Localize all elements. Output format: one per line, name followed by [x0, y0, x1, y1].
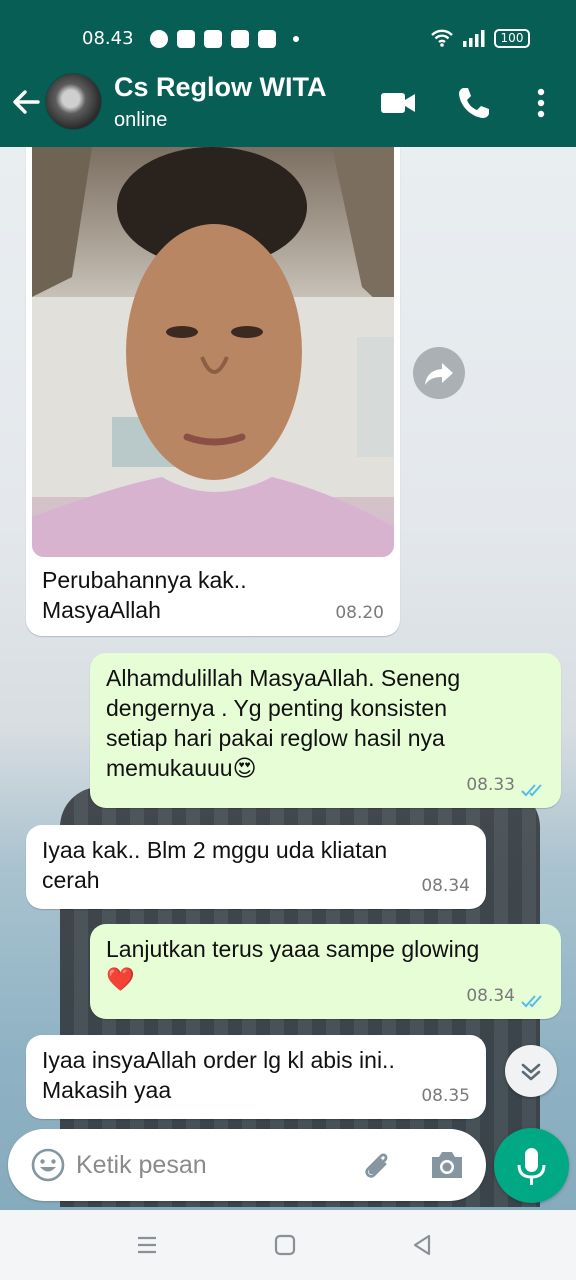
forward-icon: [425, 363, 453, 385]
message-composer: [8, 1129, 486, 1201]
status-bar: 08.43 100: [0, 22, 576, 56]
messenger-icon: [150, 30, 168, 48]
incoming-message[interactable]: Iyaa kak.. Blm 2 mggu uda kliatan cerah …: [26, 825, 486, 909]
contact-name[interactable]: Cs Reglow WITA: [114, 72, 327, 103]
notification-icons: [150, 30, 299, 48]
message-time: 08.33: [466, 775, 515, 795]
contact-status: online: [114, 109, 168, 131]
message-time: 08.34: [421, 876, 470, 896]
message-text: Alhamdulillah MasyaAllah. Seneng dengern…: [106, 663, 460, 783]
message-line: Makasih yaa: [42, 1077, 172, 1103]
recent-apps-icon[interactable]: [130, 1228, 164, 1262]
message-photo[interactable]: [32, 147, 394, 557]
voice-message-button[interactable]: [494, 1128, 569, 1203]
message-line: Iyaa kak.. Blm 2 mggu uda kliatan: [42, 837, 388, 863]
message-line: Lanjutkan terus yaaa sampe glowing: [106, 936, 480, 962]
message-line: Alhamdulillah MasyaAllah. Seneng: [106, 665, 461, 691]
phone-icon[interactable]: [455, 84, 493, 122]
message-line: memukauuu😍: [106, 755, 257, 781]
attach-icon[interactable]: [358, 1147, 394, 1183]
double-chevron-down-icon: [521, 1063, 541, 1081]
message-input[interactable]: [76, 1145, 346, 1185]
message-line: Perubahannya kak..: [42, 567, 247, 593]
scroll-to-bottom-button[interactable]: [505, 1045, 557, 1097]
message-text: Iyaa insyaAllah order lg kl abis ini.. M…: [42, 1045, 395, 1105]
message-time: 08.35: [421, 1086, 470, 1106]
message-line: Iyaa insyaAllah order lg kl abis ini..: [42, 1047, 395, 1073]
status-time: 08.43: [82, 28, 134, 49]
message-line: ❤️: [106, 966, 135, 992]
message-line: dengernya . Yg penting konsisten: [106, 695, 447, 721]
outgoing-message[interactable]: Lanjutkan terus yaaa sampe glowing ❤️ 08…: [90, 924, 561, 1019]
app-icon: [258, 30, 276, 48]
message-text: Perubahannya kak.. MasyaAllah: [42, 565, 247, 625]
more-notifications-icon: [293, 36, 299, 42]
message-text: Lanjutkan terus yaaa sampe glowing ❤️: [106, 934, 479, 994]
wifi-icon: [431, 29, 453, 47]
message-time: 08.34: [466, 986, 515, 1006]
camera-icon[interactable]: [428, 1147, 466, 1183]
tiktok-icon: [204, 30, 222, 48]
home-icon[interactable]: [268, 1228, 302, 1262]
back-nav-icon[interactable]: [405, 1228, 439, 1262]
photo-illustration: [32, 147, 394, 557]
chat-header: 08.43 100 Cs Reglow WITA online: [0, 0, 576, 147]
forward-button[interactable]: [413, 347, 465, 399]
incoming-message[interactable]: Iyaa insyaAllah order lg kl abis ini.. M…: [26, 1035, 486, 1119]
back-arrow-icon[interactable]: [8, 84, 44, 120]
read-ticks-icon: [521, 784, 542, 797]
incoming-image-message[interactable]: Perubahannya kak.. MasyaAllah 08.20: [26, 147, 400, 636]
avatar[interactable]: [45, 73, 102, 130]
video-call-icon[interactable]: [380, 84, 418, 122]
chat-area[interactable]: Perubahannya kak.. MasyaAllah 08.20 Alha…: [0, 147, 576, 1210]
signal-icon: [463, 30, 485, 47]
message-text: Iyaa kak.. Blm 2 mggu uda kliatan cerah: [42, 835, 387, 895]
system-status: 100: [430, 28, 530, 48]
battery-indicator: 100: [494, 28, 530, 48]
message-line: setiap hari pakai reglow hasil nya: [106, 725, 445, 751]
more-vert-icon[interactable]: [522, 84, 560, 122]
app-notification-icon: [177, 30, 195, 48]
emoji-icon[interactable]: [30, 1147, 66, 1183]
outgoing-message[interactable]: Alhamdulillah MasyaAllah. Seneng dengern…: [90, 653, 561, 808]
message-line: cerah: [42, 867, 100, 893]
message-line: MasyaAllah: [42, 597, 161, 623]
read-ticks-icon: [521, 995, 542, 1008]
chat-app-icon: [231, 30, 249, 48]
system-nav-bar: [0, 1210, 576, 1280]
message-time: 08.20: [335, 603, 384, 623]
microphone-icon: [517, 1148, 546, 1185]
